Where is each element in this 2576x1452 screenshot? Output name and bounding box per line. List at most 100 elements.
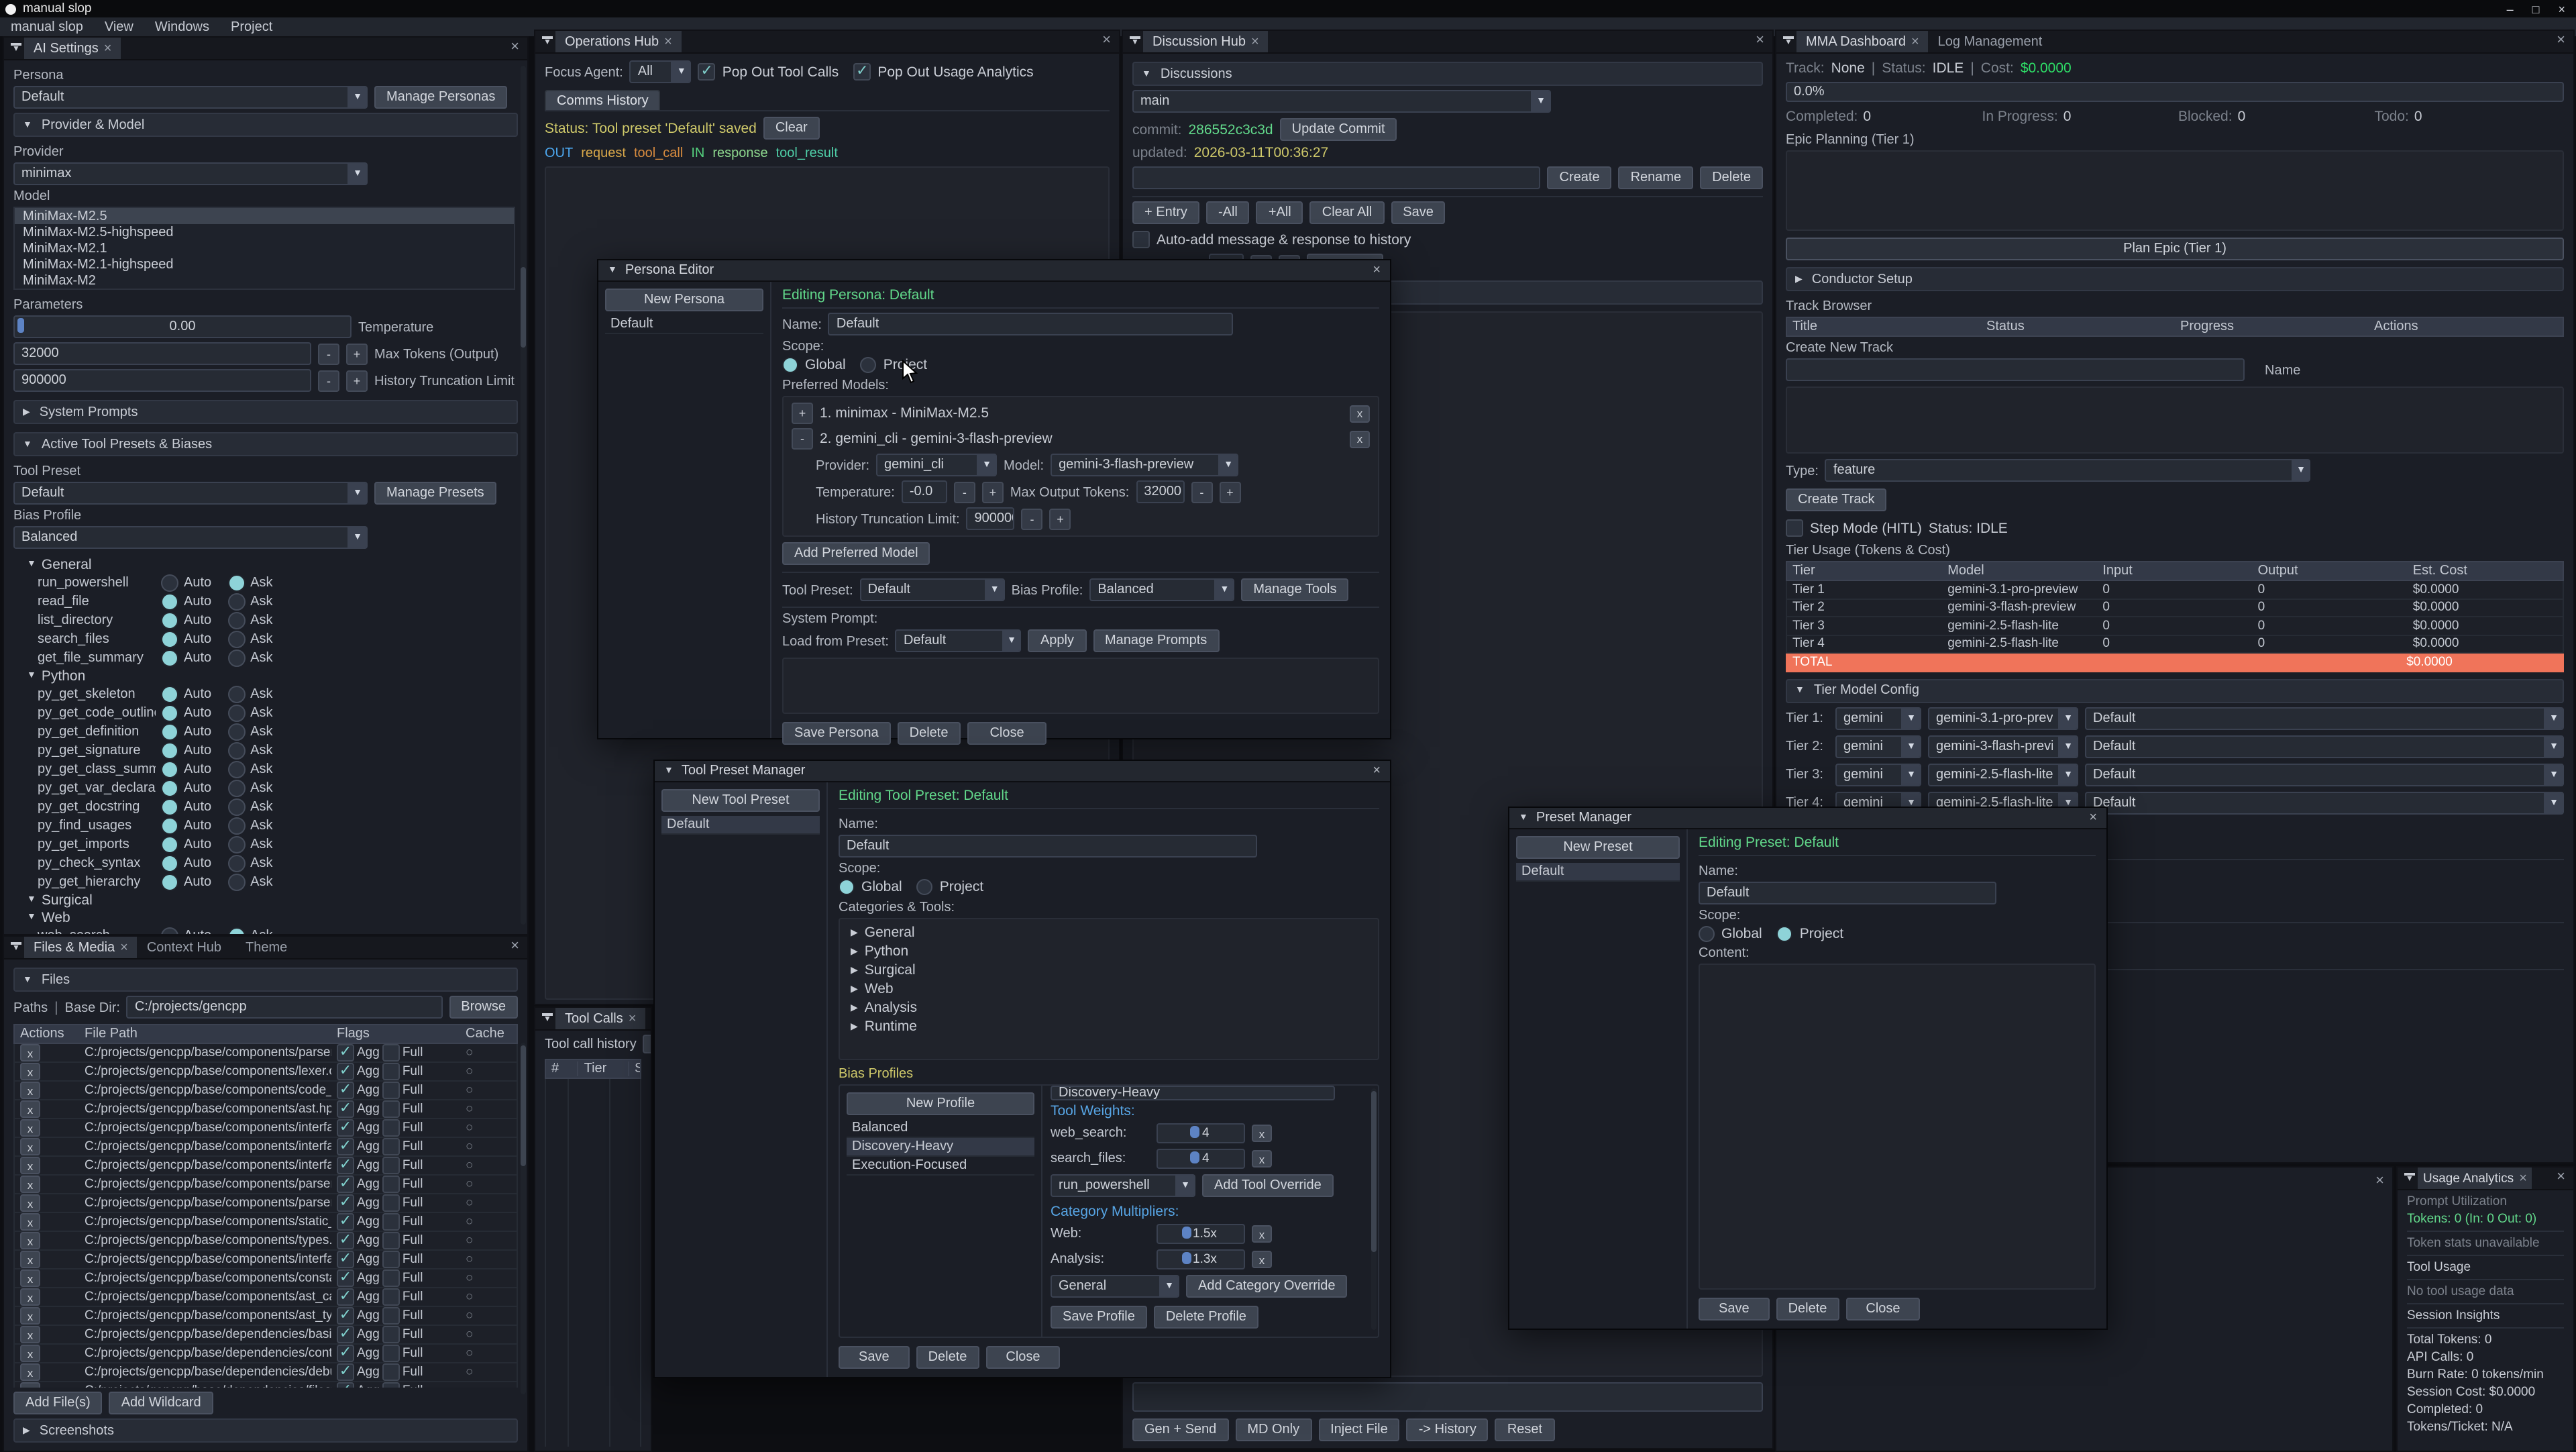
agg-checkbox[interactable]: ✓ (337, 1138, 354, 1155)
auto-add-checkbox[interactable]: ✓ (1132, 231, 1150, 248)
message-input[interactable] (1132, 1382, 1763, 1412)
full-checkbox[interactable]: ✓ (382, 1382, 400, 1388)
full-checkbox[interactable]: ✓ (382, 1138, 400, 1155)
focus-agent-select[interactable]: All▼ (630, 60, 692, 83)
comms-history-tab[interactable]: Comms History (545, 90, 661, 110)
global-radio[interactable] (839, 879, 855, 895)
remove-file-button[interactable]: x (20, 1251, 40, 1268)
epic-planning-textarea[interactable] (1786, 150, 2564, 231)
pm-provider-select[interactable]: gemini_cli▼ (876, 454, 997, 476)
agg-checkbox[interactable]: ✓ (337, 1307, 354, 1325)
tier-prompt-select[interactable]: Default▼ (2085, 791, 2564, 814)
tier-model-select[interactable]: gemini-2.5-flash-lite▼ (1928, 763, 2078, 786)
bias-profile-item[interactable]: Execution-Focused (847, 1157, 1034, 1176)
remove-file-button[interactable]: x (20, 1157, 40, 1174)
close-persona-button[interactable]: Close (967, 722, 1046, 745)
menu-item[interactable]: Windows (155, 19, 209, 34)
full-checkbox[interactable]: ✓ (382, 1100, 400, 1118)
tier-model-select[interactable]: gemini-3-flash-preview▼ (1928, 735, 2078, 758)
composer-button[interactable]: Inject File (1318, 1418, 1400, 1441)
profile-name-input[interactable]: Discovery-Heavy (1051, 1086, 1335, 1100)
menu-item[interactable]: Project (231, 19, 272, 34)
new-tool-preset-button[interactable]: New Tool Preset (661, 789, 820, 812)
tier-prompt-select[interactable]: Default▼ (2085, 707, 2564, 729)
max-tokens-input[interactable]: 32000 (13, 342, 311, 365)
agg-checkbox[interactable]: ✓ (337, 1119, 354, 1137)
menu-item[interactable]: manual slop (11, 19, 83, 34)
remove-weight-button[interactable]: x (1252, 1150, 1272, 1168)
remove-file-button[interactable]: x (20, 1213, 40, 1231)
remove-file-button[interactable]: x (20, 1194, 40, 1212)
category-row[interactable]: ▶ Analysis (851, 1000, 1367, 1016)
increment-button[interactable]: + (346, 370, 368, 391)
agg-checkbox[interactable]: ✓ (337, 1382, 354, 1388)
manage-personas-button[interactable]: Manage Personas (374, 86, 507, 109)
category-row[interactable]: ▶ Python (851, 943, 1367, 960)
create-discussion-button[interactable]: Create (1548, 166, 1612, 189)
full-checkbox[interactable]: ✓ (382, 1157, 400, 1174)
composer-button[interactable]: -> History (1407, 1418, 1489, 1441)
discussions-header[interactable]: ▼Discussions (1132, 62, 1763, 86)
agg-checkbox[interactable]: ✓ (337, 1194, 354, 1212)
decrement-button[interactable]: - (318, 343, 339, 364)
full-checkbox[interactable]: ✓ (382, 1345, 400, 1362)
apply-button[interactable]: Apply (1028, 629, 1086, 652)
ask-radio[interactable] (227, 741, 245, 759)
track-type-select[interactable]: feature▼ (1825, 459, 2311, 482)
panel-close-icon[interactable]: × (1102, 32, 1111, 48)
remove-file-button[interactable]: x (20, 1119, 40, 1137)
close-icon[interactable]: × (2089, 811, 2097, 825)
auto-radio[interactable] (161, 779, 178, 796)
ask-radio[interactable] (227, 927, 245, 935)
tier-model-select[interactable]: gemini-3.1-pro-preview▼ (1928, 707, 2078, 729)
model-option[interactable]: MiniMax-M2.5 (15, 208, 514, 224)
pe-bias-select[interactable]: Balanced▼ (1089, 578, 1234, 601)
category-row[interactable]: ▶ Surgical (851, 962, 1367, 978)
full-checkbox[interactable]: ✓ (382, 1082, 400, 1099)
remove-file-button[interactable]: x (20, 1176, 40, 1193)
slider-thumb[interactable] (17, 318, 24, 333)
active-tools-header[interactable]: ▼Active Tool Presets & Biases (13, 432, 518, 456)
agg-checkbox[interactable]: ✓ (337, 1232, 354, 1249)
full-checkbox[interactable]: ✓ (382, 1194, 400, 1212)
tab-operations-hub[interactable]: Operations Hub× (555, 31, 682, 52)
files-header[interactable]: ▼Files (13, 968, 518, 992)
full-checkbox[interactable]: ✓ (382, 1269, 400, 1287)
files-tab[interactable]: Theme (236, 937, 302, 958)
close-icon[interactable]: × (1251, 34, 1259, 49)
collapse-icon[interactable]: ▶ (851, 1002, 858, 1013)
agg-checkbox[interactable]: ✓ (337, 1345, 354, 1362)
auto-radio[interactable] (161, 741, 178, 759)
conductor-setup-header[interactable]: ▶Conductor Setup (1786, 267, 2564, 291)
screenshots-header[interactable]: ▶Screenshots (13, 1418, 518, 1443)
close-tool-preset-button[interactable]: Close (985, 1346, 1060, 1369)
auto-radio[interactable] (161, 798, 178, 815)
save-tool-preset-button[interactable]: Save (839, 1346, 910, 1369)
ask-radio[interactable] (227, 592, 245, 610)
collapse-icon[interactable]: ▶ (851, 927, 858, 938)
ask-radio[interactable] (227, 611, 245, 629)
tier-model-config-header[interactable]: ▼Tier Model Config (1786, 678, 2564, 703)
panel-close-icon[interactable]: × (2557, 1169, 2565, 1185)
model-option[interactable]: MiniMax-M2.1 (15, 240, 514, 256)
collapse-model-button[interactable]: - (792, 428, 813, 450)
remove-file-button[interactable]: x (20, 1363, 40, 1381)
dock-icon[interactable]: ▼ (542, 31, 553, 52)
composer-button[interactable]: Gen + Send (1132, 1418, 1228, 1441)
ask-radio[interactable] (227, 854, 245, 872)
close-icon[interactable]: × (1373, 263, 1381, 278)
full-checkbox[interactable]: ✓ (382, 1251, 400, 1268)
full-checkbox[interactable]: ✓ (382, 1363, 400, 1381)
history-limit-input[interactable]: 900000 (13, 369, 311, 392)
add-files-button[interactable]: Add File(s) (13, 1392, 103, 1414)
agg-checkbox[interactable]: ✓ (337, 1157, 354, 1174)
close-icon[interactable]: × (1911, 34, 1919, 49)
model-option[interactable]: MiniMax-M2 (15, 272, 514, 289)
window-control-button[interactable]: – (2507, 2, 2514, 15)
add-wildcard-button[interactable]: Add Wildcard (109, 1392, 213, 1414)
delete-discussion-button[interactable]: Delete (1700, 166, 1763, 189)
mma-tab[interactable]: MMA Dashboard× (1796, 31, 1929, 52)
global-radio[interactable] (1699, 926, 1715, 942)
ask-radio[interactable] (227, 630, 245, 647)
full-checkbox[interactable]: ✓ (382, 1326, 400, 1343)
